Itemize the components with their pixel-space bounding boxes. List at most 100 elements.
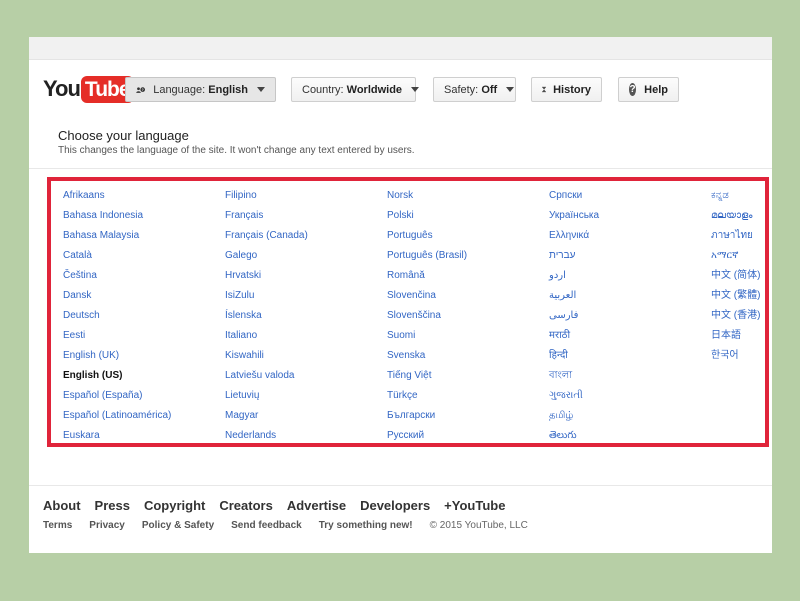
footer-link-about[interactable]: About <box>43 498 81 513</box>
language-option[interactable]: Eesti <box>63 328 171 348</box>
chevron-down-icon <box>506 87 515 92</box>
footer-copyright: © 2015 YouTube, LLC <box>429 520 528 531</box>
country-value: Worldwide <box>346 83 403 96</box>
section-title: Choose your language <box>58 128 189 143</box>
country-label: Country: <box>302 83 344 96</box>
language-option[interactable]: فارسی <box>549 308 599 328</box>
language-option[interactable]: Română <box>387 268 467 288</box>
language-option[interactable]: 한국어 <box>711 348 760 368</box>
hourglass-icon <box>542 86 547 93</box>
language-option[interactable]: Čeština <box>63 268 171 288</box>
language-value: English <box>208 83 248 96</box>
language-option[interactable]: Русский <box>387 428 467 448</box>
footer-link-try-something-new[interactable]: Try something new! <box>319 520 413 531</box>
language-option[interactable]: Tiếng Việt <box>387 368 467 388</box>
language-option[interactable]: Deutsch <box>63 308 171 328</box>
language-option[interactable]: اردو <box>549 268 599 288</box>
language-option[interactable]: Bahasa Malaysia <box>63 228 171 248</box>
language-option[interactable]: Galego <box>225 248 308 268</box>
language-option[interactable]: ภาษาไทย <box>711 228 760 248</box>
language-option[interactable]: Íslenska <box>225 308 308 328</box>
language-option[interactable]: Filipino <box>225 188 308 208</box>
history-button[interactable]: History <box>531 77 602 102</box>
language-option[interactable]: 日本語 <box>711 328 760 348</box>
header: You Tube ? Language: English Country: Wo… <box>29 59 772 119</box>
language-option[interactable]: 中文 (繁體) <box>711 288 760 308</box>
language-option[interactable]: Português <box>387 228 467 248</box>
language-option[interactable]: Български <box>387 408 467 428</box>
language-option[interactable]: Lietuvių <box>225 388 308 408</box>
language-option[interactable]: 中文 (香港) <box>711 308 760 328</box>
language-column-4: Српски Українська Ελληνικά עברית اردو العربية… <box>549 188 599 448</box>
footer-link-advertise[interactable]: Advertise <box>287 498 346 513</box>
language-option[interactable]: Italiano <box>225 328 308 348</box>
language-option[interactable]: Suomi <box>387 328 467 348</box>
language-option[interactable]: Svenska <box>387 348 467 368</box>
logo-you: You <box>43 76 81 101</box>
language-option[interactable]: മലയാളം <box>711 208 760 228</box>
safety-button[interactable]: Safety: Off <box>433 77 516 102</box>
language-option[interactable]: Kiswahili <box>225 348 308 368</box>
language-option[interactable]: हिन्दी <box>549 348 599 368</box>
history-label: History <box>553 83 591 96</box>
language-option[interactable]: Hrvatski <box>225 268 308 288</box>
language-column-5: ಕನ್ನಡ മലയാളം ภาษาไทย አማርኛ 中文 (简体) 中文 (繁體) 中文 (… <box>711 188 760 368</box>
language-option[interactable]: Euskara <box>63 428 171 448</box>
language-option[interactable]: Bahasa Indonesia <box>63 208 171 228</box>
language-button[interactable]: ? Language: English <box>125 77 276 102</box>
footer-link-privacy[interactable]: Privacy <box>89 520 125 531</box>
language-option[interactable]: English (US) <box>63 368 171 388</box>
language-option[interactable]: English (UK) <box>63 348 171 368</box>
svg-text:?: ? <box>142 87 144 91</box>
language-option[interactable]: Slovenčina <box>387 288 467 308</box>
language-option[interactable]: Norsk <box>387 188 467 208</box>
language-list-box: Afrikaans Bahasa Indonesia Bahasa Malaysia… <box>47 177 769 447</box>
language-option[interactable]: தமிழ் <box>549 408 599 428</box>
country-button[interactable]: Country: Worldwide <box>291 77 420 102</box>
language-option[interactable]: తెలుగు <box>549 428 599 448</box>
help-button[interactable]: ? Help <box>618 77 679 102</box>
language-option[interactable]: Ελληνικά <box>549 228 599 248</box>
footer-link-creators[interactable]: Creators <box>219 498 272 513</box>
language-option[interactable]: Slovenščina <box>387 308 467 328</box>
language-option[interactable]: Dansk <box>63 288 171 308</box>
language-column-2: Filipino Français Français (Canada) Galego H… <box>225 188 308 448</box>
footer-link-developers[interactable]: Developers <box>360 498 430 513</box>
language-option[interactable]: Српски <box>549 188 599 208</box>
footer-link-copyright[interactable]: Copyright <box>144 498 205 513</box>
footer-link-plus-youtube[interactable]: +YouTube <box>444 498 505 513</box>
language-option[interactable]: العربية <box>549 288 599 308</box>
language-option[interactable]: አማርኛ <box>711 248 760 268</box>
language-option[interactable]: Nederlands <box>225 428 308 448</box>
language-option[interactable]: Magyar <box>225 408 308 428</box>
language-option[interactable]: Українська <box>549 208 599 228</box>
language-option[interactable]: Català <box>63 248 171 268</box>
language-option[interactable]: मराठी <box>549 328 599 348</box>
help-label: Help <box>644 83 668 96</box>
chevron-down-icon <box>257 87 265 92</box>
footer-link-policy-safety[interactable]: Policy & Safety <box>142 520 214 531</box>
language-column-1: Afrikaans Bahasa Indonesia Bahasa Malaysia… <box>63 188 171 448</box>
footer-link-terms[interactable]: Terms <box>43 520 72 531</box>
footer-link-press[interactable]: Press <box>95 498 130 513</box>
language-option[interactable]: ಕನ್ನಡ <box>711 188 760 208</box>
language-option[interactable]: Español (Latinoamérica) <box>63 408 171 428</box>
footer-sub-links: Terms Privacy Policy & Safety Send feedb… <box>43 520 545 531</box>
youtube-logo[interactable]: You Tube <box>43 75 134 103</box>
language-option[interactable]: 中文 (简体) <box>711 268 760 288</box>
language-option[interactable]: עברית <box>549 248 599 268</box>
language-option[interactable]: Latviešu valoda <box>225 368 308 388</box>
language-option[interactable]: Afrikaans <box>63 188 171 208</box>
language-option[interactable]: Português (Brasil) <box>387 248 467 268</box>
language-option[interactable]: IsiZulu <box>225 288 308 308</box>
language-option[interactable]: বাংলা <box>549 368 599 388</box>
language-option[interactable]: Français <box>225 208 308 228</box>
language-option[interactable]: Polski <box>387 208 467 228</box>
language-option[interactable]: Español (España) <box>63 388 171 408</box>
footer-link-send-feedback[interactable]: Send feedback <box>231 520 302 531</box>
safety-value: Off <box>481 83 498 96</box>
youtube-settings-card: You Tube ? Language: English Country: Wo… <box>29 37 772 553</box>
language-option[interactable]: ગુજરાતી <box>549 388 599 408</box>
language-option[interactable]: Türkçe <box>387 388 467 408</box>
language-option[interactable]: Français (Canada) <box>225 228 308 248</box>
